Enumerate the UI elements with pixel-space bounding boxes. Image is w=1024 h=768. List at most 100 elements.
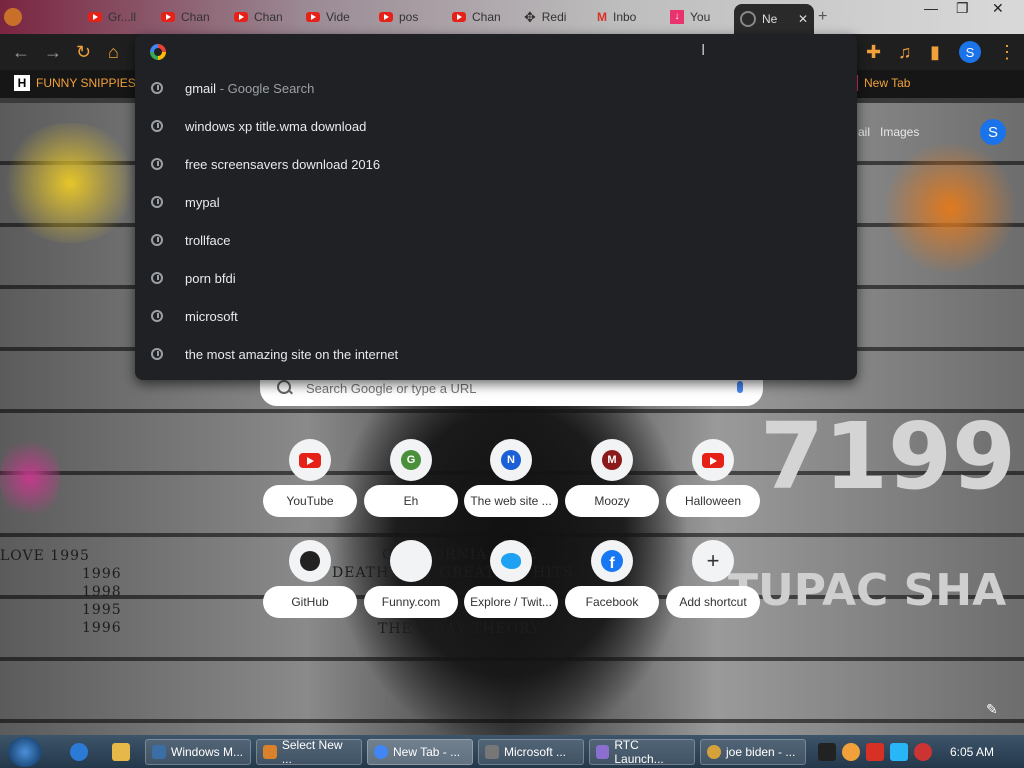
wallpaper-year: 1996 [82, 620, 122, 636]
folder-icon[interactable] [112, 743, 130, 761]
tab-inbox[interactable]: M Inbo [597, 4, 636, 30]
tab-youtube-3[interactable]: Chan [234, 4, 283, 30]
shortcut-facebook[interactable]: f Facebook [565, 540, 659, 640]
suggestion-item[interactable]: microsoft [135, 298, 857, 336]
minimize-button[interactable]: — [924, 0, 938, 16]
bookmark-funny-snippies[interactable]: H FUNNY SNIPPIES [14, 75, 136, 91]
extensions-icon[interactable]: ✚ [866, 42, 881, 63]
tab-download[interactable]: ↓ You [670, 4, 710, 30]
new-tab-button[interactable]: + [818, 4, 827, 30]
tab-new-tab-active[interactable]: Ne ✕ [734, 4, 814, 34]
maximize-button[interactable]: ❐ [956, 0, 969, 17]
taskbar-button[interactable]: RTC Launch... [589, 738, 695, 766]
suggestion-text: free screensavers download 2016 [185, 157, 381, 172]
shortcut-the-web-site[interactable]: N The web site ... [464, 439, 558, 539]
tab-youtube-6[interactable]: Chan [452, 4, 501, 30]
taskbar-button[interactable]: joe biden - ... [700, 739, 806, 765]
shortcut-icon-circle [289, 540, 331, 582]
shortcut-halloween[interactable]: Halloween [666, 439, 760, 539]
taskbar-clock[interactable]: 6:05 AM [950, 745, 994, 759]
close-window-button[interactable]: ✕ [992, 0, 1004, 17]
tab-label: Chan [181, 10, 210, 24]
history-clock-icon [151, 348, 163, 360]
address-bar-input[interactable]: I [135, 34, 857, 70]
shortcut-eh[interactable]: G Eh [364, 439, 458, 539]
customize-pencil-icon[interactable]: ✎ [986, 701, 998, 718]
tab-youtube-2[interactable]: Chan [161, 4, 210, 30]
home-icon[interactable]: ⌂ [108, 42, 119, 63]
history-clock-icon [151, 310, 163, 322]
shortcut-label: Funny.com [364, 586, 458, 618]
suggestion-item[interactable]: trollface [135, 222, 857, 260]
shortcut-explore-twitter[interactable]: Explore / Twit... [464, 540, 558, 640]
suggestion-item[interactable]: gmail - Google Search [135, 70, 857, 108]
history-clock-icon [151, 120, 163, 132]
internet-explorer-icon[interactable] [70, 743, 88, 761]
back-arrow-icon[interactable]: ← [12, 42, 30, 63]
shortcut-label: Moozy [565, 485, 659, 517]
suggestion-item[interactable]: mypal [135, 184, 857, 222]
move-icon: ✥ [524, 8, 536, 25]
shortcut-icon-circle: M [591, 439, 633, 481]
menu-icon[interactable]: ⋮ [998, 42, 1016, 63]
taskbar-button[interactable]: Microsoft ... [478, 739, 584, 765]
youtube-icon [88, 12, 102, 22]
profile-avatar[interactable]: S [959, 41, 981, 63]
reload-icon[interactable]: ↻ [76, 42, 91, 63]
taskbar-button[interactable]: Windows M... [145, 739, 251, 765]
tab-youtube-4[interactable]: Vide [306, 4, 350, 30]
youtube-icon [702, 452, 724, 468]
side-panel-icon[interactable]: ▮ [930, 42, 940, 63]
tab-youtube-5[interactable]: pos [379, 4, 418, 30]
tray-flag-icon[interactable] [866, 743, 884, 761]
shortcut-icon-circle: f [591, 540, 633, 582]
suggestion-item[interactable]: windows xp title.wma download [135, 108, 857, 146]
suggestion-text: microsoft [185, 309, 238, 324]
media-control-icon[interactable]: ♫ [898, 42, 912, 63]
shortcut-label: YouTube [263, 485, 357, 517]
tab-youtube-1[interactable]: Gr...ll [88, 4, 136, 30]
paint-splash [0, 123, 140, 243]
tab-close-icon[interactable]: ✕ [798, 12, 808, 26]
letter-n-icon: N [501, 450, 521, 470]
ntp-profile-avatar[interactable]: S [980, 119, 1006, 145]
microphone-icon[interactable] [737, 381, 743, 393]
twitter-icon [501, 553, 521, 569]
tray-icon[interactable] [842, 743, 860, 761]
tray-volume-icon[interactable] [914, 743, 932, 761]
letter-m-icon: M [602, 450, 622, 470]
shortcut-label: The web site ... [464, 485, 558, 517]
youtube-icon [306, 12, 320, 22]
images-link[interactable]: Images [880, 125, 919, 139]
shortcut-add[interactable]: + Add shortcut [666, 540, 760, 640]
tab-label: Redi [541, 10, 567, 24]
suggestion-text: porn bfdi [185, 271, 236, 286]
taskbar-button-active[interactable]: New Tab - ... [367, 739, 473, 765]
shortcut-funny-com[interactable]: Funny.com [364, 540, 458, 640]
suggestion-item[interactable]: free screensavers download 2016 [135, 146, 857, 184]
tray-icon[interactable] [818, 743, 836, 761]
app-icon [485, 745, 499, 759]
youtube-icon [379, 12, 393, 22]
shortcut-moozy[interactable]: M Moozy [565, 439, 659, 539]
taskbar-button[interactable]: Select New ... [256, 738, 362, 766]
forward-arrow-icon[interactable]: → [44, 42, 62, 63]
paint-splash [880, 143, 1020, 273]
suggestion-item[interactable]: the most amazing site on the internet [135, 336, 857, 374]
suggestion-subtext: - Google Search [216, 81, 315, 96]
bookmark-new-tab[interactable]: New Tab [854, 75, 910, 91]
plus-icon: + [818, 8, 828, 25]
shortcut-icon-circle: N [490, 439, 532, 481]
wallpaper-year: 1998 [82, 584, 122, 600]
shortcut-github[interactable]: GitHub [263, 540, 357, 640]
suggestion-item[interactable]: porn bfdi [135, 260, 857, 298]
tab-redirect[interactable]: ✥ Redi [524, 4, 566, 30]
chrome-icon [740, 11, 756, 27]
gmail-link[interactable]: ail [858, 125, 870, 139]
wallpaper-big-name: TUPAC SHA [728, 565, 1007, 616]
tray-network-icon[interactable] [890, 743, 908, 761]
shortcut-youtube[interactable]: YouTube [263, 439, 357, 539]
app-icon [707, 745, 721, 759]
wallpaper-year: LOVE 1995 [0, 548, 90, 564]
start-button[interactable] [8, 737, 42, 767]
